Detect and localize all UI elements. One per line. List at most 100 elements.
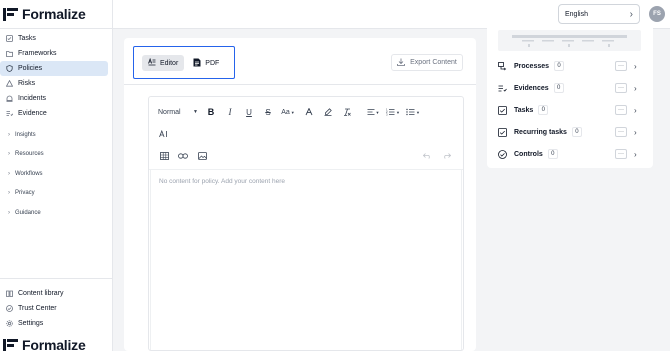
view-mode-toggle-highlight: Editor PDF (133, 46, 235, 79)
table-icon[interactable] (158, 149, 170, 163)
svg-text:3: 3 (386, 113, 388, 117)
recurring-tasks-icon (498, 127, 507, 137)
sidebar-group-label: Insights (15, 131, 36, 138)
bold-button[interactable]: B (206, 105, 216, 119)
evidences-icon (498, 84, 507, 93)
sidebar-item-incidents[interactable]: Incidents (0, 91, 108, 106)
sidebar-item-label: Settings (18, 320, 44, 327)
brand-logo-footer: Formalize (3, 337, 86, 351)
sidebar: Formalize Tasks Frameworks Policies Risk… (0, 0, 113, 351)
chevron-right-icon[interactable]: › (634, 128, 637, 137)
image-icon[interactable] (196, 149, 208, 163)
more-options-button[interactable]: ··· (615, 105, 627, 115)
sidebar-item-label: Trust Center (18, 305, 57, 312)
sidebar-group-guidance[interactable]: › Guidance (0, 203, 112, 223)
sidebar-item-label: Policies (18, 65, 43, 72)
related-row-controls[interactable]: Controls 0 ··· › (498, 147, 644, 161)
more-options-button[interactable]: ··· (615, 61, 627, 71)
chevron-right-icon[interactable]: › (634, 62, 637, 71)
sidebar-group-insights[interactable]: › Insights (0, 125, 112, 145)
ai-assist-icon[interactable] (158, 127, 170, 141)
export-content-button[interactable]: Export Content (391, 54, 463, 71)
related-row-evidences[interactable]: Evidences 0 ··· › (498, 81, 644, 95)
incidents-icon (6, 95, 13, 102)
editor-placeholder: No content for policy. Add your content … (159, 178, 285, 185)
rich-text-editor: Normal ▼ B I U S Aa ▼ ▼ 1 2 3 ▼ ▼ No con… (148, 96, 464, 351)
text-style-value: Normal (158, 108, 181, 116)
redo-icon[interactable] (441, 149, 451, 163)
policy-preview-thumbnail (498, 30, 641, 51)
more-options-button[interactable]: ··· (615, 127, 627, 137)
related-count-badge: 0 (547, 149, 558, 159)
sidebar-item-trust-center[interactable]: Trust Center (0, 301, 108, 316)
sidebar-group-privacy[interactable]: › Privacy (0, 184, 112, 204)
sidebar-item-risks[interactable]: Risks (0, 76, 108, 91)
clear-format-icon[interactable] (342, 105, 352, 119)
sidebar-group-workflows[interactable]: › Workflows (0, 164, 112, 184)
editor-toolbar-row-1: Normal ▼ B I U S Aa ▼ ▼ 1 2 3 ▼ ▼ (158, 105, 420, 119)
related-label: Controls (514, 150, 543, 158)
link-icon[interactable] (177, 149, 189, 163)
language-value: English (565, 10, 588, 18)
sidebar-item-content-library[interactable]: Content library (0, 286, 108, 301)
chevron-right-icon: › (629, 8, 633, 20)
related-row-processes[interactable]: Processes 0 ··· › (498, 59, 644, 73)
chevron-right-icon[interactable]: › (634, 150, 637, 159)
bullet-list-icon[interactable]: ▼ (406, 105, 420, 119)
ordered-list-icon[interactable]: 1 2 3 ▼ (386, 105, 400, 119)
related-row-recurring-tasks[interactable]: Recurring tasks 0 ··· › (498, 125, 644, 139)
brand-logo[interactable]: Formalize (3, 6, 86, 22)
editor-content-area[interactable] (150, 170, 462, 350)
sidebar-group-label: Privacy (15, 190, 35, 197)
chevron-right-icon: › (8, 170, 10, 177)
related-label: Tasks (514, 106, 534, 114)
text-style-select[interactable]: Normal ▼ (158, 105, 198, 119)
pdf-tab-button[interactable]: PDF (187, 55, 225, 71)
editor-tab-label: Editor (160, 59, 179, 67)
more-options-button[interactable]: ··· (615, 149, 627, 159)
undo-icon[interactable] (422, 149, 432, 163)
strikethrough-button[interactable]: S (263, 105, 273, 119)
sidebar-group-label: Guidance (15, 209, 41, 216)
editor-tab-button[interactable]: Editor (142, 55, 185, 71)
align-icon[interactable]: ▼ (366, 105, 380, 119)
sidebar-item-evidence[interactable]: Evidence (0, 106, 108, 121)
sidebar-item-label: Risks (18, 80, 36, 87)
font-size-button[interactable]: Aa ▼ (280, 105, 296, 119)
sidebar-item-settings[interactable]: Settings (0, 316, 108, 331)
chevron-right-icon[interactable]: › (634, 84, 637, 93)
related-label: Processes (514, 62, 550, 70)
pdf-file-icon (193, 58, 201, 69)
book-icon (6, 290, 13, 297)
underline-button[interactable]: U (244, 105, 254, 119)
caret-down-icon: ▼ (193, 109, 198, 115)
sidebar-item-policies[interactable]: Policies (0, 61, 108, 76)
language-select[interactable]: English › (558, 4, 640, 24)
sidebar-group-resources[interactable]: › Resources (0, 145, 112, 165)
controls-icon (498, 149, 507, 159)
more-options-button[interactable]: ··· (615, 83, 627, 93)
italic-button[interactable]: I (225, 105, 235, 119)
check-circle-icon (6, 305, 13, 312)
evidence-icon (6, 110, 13, 117)
sidebar-item-tasks[interactable]: Tasks (0, 31, 108, 46)
related-row-tasks[interactable]: Tasks 0 ··· › (498, 103, 644, 117)
sidebar-item-frameworks[interactable]: Frameworks (0, 46, 108, 61)
related-label: Evidences (514, 84, 549, 92)
export-content-label: Export Content (410, 59, 457, 66)
chevron-right-icon[interactable]: › (634, 106, 637, 115)
pdf-tab-label: PDF (205, 59, 220, 67)
view-mode-toggle: Editor PDF (142, 55, 226, 71)
highlight-icon[interactable] (323, 105, 333, 119)
related-label: Recurring tasks (514, 128, 567, 136)
sidebar-divider (0, 28, 112, 29)
policies-shield-icon (6, 65, 13, 72)
avatar[interactable]: FS (649, 6, 665, 22)
card-divider (124, 84, 476, 85)
text-color-icon[interactable] (304, 105, 314, 119)
tasks-icon (6, 35, 13, 42)
chevron-right-icon: › (8, 209, 10, 216)
related-count-badge: 0 (538, 105, 549, 115)
related-count-badge: 0 (553, 83, 564, 93)
sidebar-item-label: Frameworks (18, 50, 57, 57)
